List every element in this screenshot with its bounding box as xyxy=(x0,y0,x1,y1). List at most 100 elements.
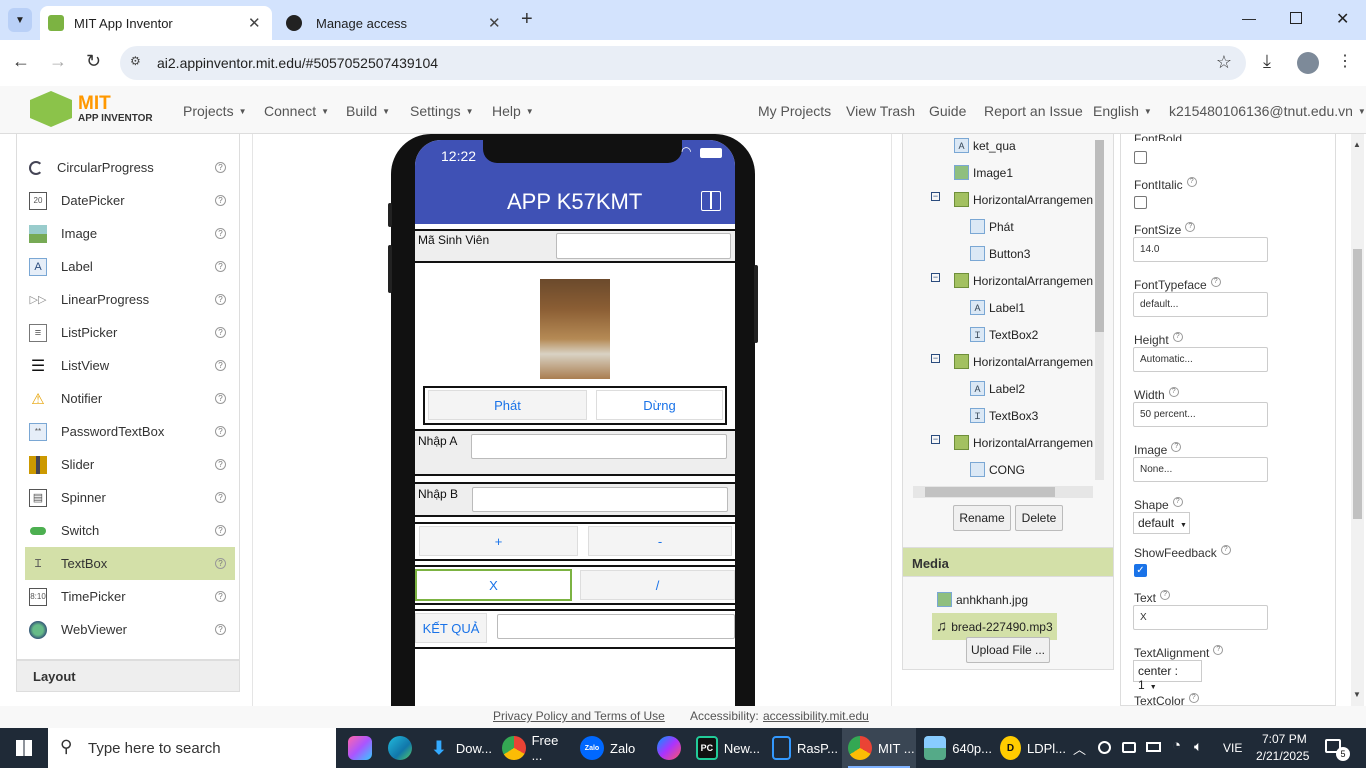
width-field[interactable]: 50 percent... xyxy=(1133,402,1268,427)
minimize-window-icon[interactable]: — xyxy=(1242,10,1256,26)
palette-item-spinner[interactable]: ▤ Spinner? xyxy=(25,481,235,514)
palette-item-passwordtextbox[interactable]: ** PasswordTextBox? xyxy=(25,415,235,448)
tree-item-label2[interactable]: A Label2 xyxy=(970,375,1025,402)
palette-item-circularprogress[interactable]: CircularProgress? xyxy=(25,151,235,184)
nhapa-textbox[interactable] xyxy=(471,434,727,459)
textalignment-select[interactable]: center : 1 ▼ xyxy=(1133,660,1202,692)
tree-item-image1[interactable]: Image1 xyxy=(954,159,1013,186)
battery-tray-icon[interactable] xyxy=(1146,742,1161,752)
help-icon[interactable]: ? xyxy=(215,294,226,305)
download-icon[interactable]: ⤓ xyxy=(1263,51,1271,72)
tray-chevron-icon[interactable]: ︿ xyxy=(1073,739,1086,758)
copilot-icon[interactable] xyxy=(348,736,372,760)
palette-item-switch[interactable]: Switch? xyxy=(25,514,235,547)
tab-search-button[interactable]: ▼ xyxy=(8,8,32,32)
collapse-icon[interactable]: − xyxy=(931,192,940,201)
link-report-issue[interactable]: Report an Issue xyxy=(984,103,1083,119)
taskbar-app-zalo[interactable]: Zalo Zalo xyxy=(580,728,636,768)
palette-item-listpicker[interactable]: ≡ ListPicker? xyxy=(25,316,235,349)
tree-item-label1[interactable]: A Label1 xyxy=(970,294,1025,321)
tree-item-harrangement-3[interactable]: HorizontalArrangemen xyxy=(954,348,1093,375)
menu-settings[interactable]: Settings ▼ xyxy=(410,103,474,119)
forward-icon[interactable]: → xyxy=(49,51,67,72)
palette-item-listview[interactable]: ☰ ListView? xyxy=(25,349,235,382)
dung-button[interactable]: Dừng xyxy=(596,390,723,420)
clock-date[interactable]: 2/21/2025 xyxy=(1256,749,1309,763)
palette-item-datepicker[interactable]: 20 DatePicker? xyxy=(25,184,235,217)
tree-hscrollbar[interactable] xyxy=(913,486,1093,498)
menu-help[interactable]: Help ▼ xyxy=(492,103,534,119)
fontsize-field[interactable]: 14.0 xyxy=(1133,237,1268,262)
link-view-trash[interactable]: View Trash xyxy=(846,103,915,119)
help-icon[interactable]: ? xyxy=(215,393,226,404)
bookmark-star-icon[interactable]: ☆ xyxy=(1216,52,1232,73)
wifi-tray-icon[interactable]: ◔ xyxy=(1172,737,1181,754)
palette-item-textbox[interactable]: Ɪ TextBox? xyxy=(25,547,235,580)
help-icon[interactable]: ? xyxy=(215,162,226,173)
ketqua-textbox[interactable] xyxy=(497,614,735,639)
tree-item-cong[interactable]: CONG xyxy=(970,456,1025,483)
palette-item-timepicker[interactable]: 8:10 TimePicker? xyxy=(25,580,235,613)
scroll-down-icon[interactable]: ▼ xyxy=(1353,690,1361,699)
palette-item-webviewer[interactable]: WebViewer? xyxy=(25,613,235,646)
tree-item-harrangement-4[interactable]: HorizontalArrangemen xyxy=(954,429,1093,456)
tree-item-harrangement-1[interactable]: HorizontalArrangemen xyxy=(954,186,1093,213)
tree-item-textbox2[interactable]: Ɪ TextBox2 xyxy=(970,321,1038,348)
help-icon[interactable]: ? xyxy=(215,624,226,635)
profile-avatar[interactable] xyxy=(1297,52,1319,74)
taskbar-search-box[interactable]: ⚲ Type here to search xyxy=(48,728,336,768)
minus-button[interactable]: - xyxy=(588,526,732,556)
tree-scrollbar[interactable] xyxy=(1095,140,1104,480)
ketqua-button[interactable]: KẾT QUẢ xyxy=(415,613,487,643)
media-file-mp3[interactable]: ♫ bread-227490.mp3 xyxy=(932,613,1057,640)
collapse-icon[interactable]: − xyxy=(931,435,940,444)
delete-button[interactable]: Delete xyxy=(1015,505,1063,531)
messenger-icon[interactable] xyxy=(657,736,681,760)
palette-item-notifier[interactable]: ⚠ Notifier? xyxy=(25,382,235,415)
tree-item-textbox3[interactable]: Ɪ TextBox3 xyxy=(970,402,1038,429)
rename-button[interactable]: Rename xyxy=(953,505,1011,531)
scroll-up-icon[interactable]: ▲ xyxy=(1353,140,1361,149)
media-file-jpg[interactable]: anhkhanh.jpg xyxy=(937,586,1028,613)
browser-menu-icon[interactable]: ⋮ xyxy=(1337,51,1353,71)
back-icon[interactable]: ← xyxy=(12,51,30,72)
plus-button[interactable]: + xyxy=(419,526,578,556)
help-icon[interactable]: ? xyxy=(215,327,226,338)
menu-account[interactable]: k215480106136@tnut.edu.vn ▼ xyxy=(1169,103,1366,119)
tab-manage-access[interactable]: Manage access ✕ xyxy=(280,6,512,40)
fontitalic-checkbox[interactable] xyxy=(1134,196,1147,209)
windows-start-icon[interactable] xyxy=(16,740,32,756)
tray-record-icon[interactable] xyxy=(1098,741,1111,754)
collapse-icon[interactable]: − xyxy=(931,354,940,363)
tree-item-phat[interactable]: Phát xyxy=(970,213,1014,240)
text-field[interactable]: X xyxy=(1133,605,1268,630)
palette-item-image[interactable]: Image? xyxy=(25,217,235,250)
palette-item-linearprogress[interactable]: ▷▷ LinearProgress? xyxy=(25,283,235,316)
url-field[interactable]: ⚙ ai2.appinventor.mit.edu/#5057052507439… xyxy=(120,46,1246,80)
x-button[interactable]: X xyxy=(415,569,572,601)
volume-icon[interactable]: 🔈︎ xyxy=(1194,738,1202,755)
taskbar-app-chrome-1[interactable]: Free ... xyxy=(502,728,572,768)
close-tab-icon[interactable]: ✕ xyxy=(488,14,501,32)
app-inventor-logo-icon[interactable] xyxy=(30,91,72,127)
showfeedback-checkbox[interactable]: ✓ xyxy=(1134,564,1147,577)
tree-item-harrangement-2[interactable]: HorizontalArrangemen xyxy=(954,267,1093,294)
tray-camera-icon[interactable] xyxy=(1122,742,1136,753)
taskbar-app-photos[interactable]: 640p... xyxy=(920,728,992,768)
tree-item-button3[interactable]: Button3 xyxy=(970,240,1030,267)
restore-window-icon[interactable] xyxy=(1290,12,1302,24)
fontbold-checkbox[interactable] xyxy=(1134,151,1147,164)
privacy-link[interactable]: Privacy Policy and Terms of Use xyxy=(493,709,665,723)
close-window-icon[interactable]: ✕ xyxy=(1336,9,1349,29)
link-guide[interactable]: Guide xyxy=(929,103,966,119)
close-tab-icon[interactable]: ✕ xyxy=(248,14,261,32)
edge-icon[interactable] xyxy=(388,736,412,760)
fonttypeface-field[interactable]: default... xyxy=(1133,292,1268,317)
masv-textbox[interactable] xyxy=(556,233,731,259)
taskbar-app-chrome-mit[interactable]: MIT ... xyxy=(842,728,916,768)
height-field[interactable]: Automatic... xyxy=(1133,347,1268,372)
nhapb-textbox[interactable] xyxy=(472,487,728,512)
menu-connect[interactable]: Connect ▼ xyxy=(264,103,329,119)
help-icon[interactable]: ? xyxy=(215,591,226,602)
properties-scrollbar[interactable]: ▲ ▼ xyxy=(1351,134,1364,706)
